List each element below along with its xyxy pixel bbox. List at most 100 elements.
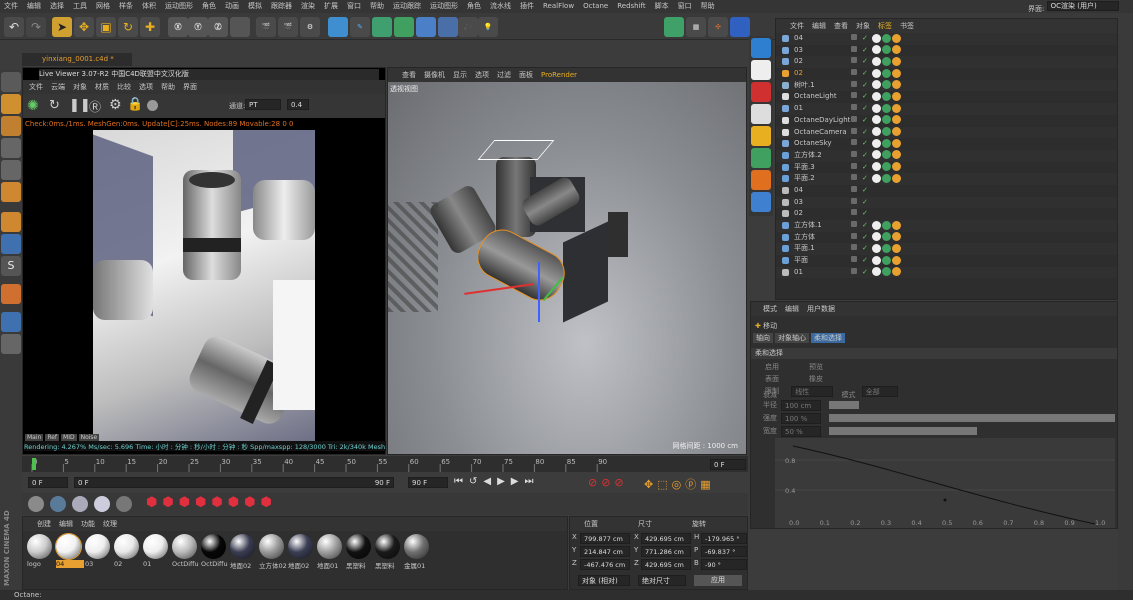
lv-menu-item[interactable]: 云端 — [51, 83, 65, 91]
tag-icon[interactable] — [882, 173, 891, 183]
object-name[interactable]: 04 — [794, 33, 803, 45]
object-name[interactable]: 04 — [794, 185, 803, 197]
lv-menu-item[interactable]: 选项 — [139, 83, 153, 91]
lv-value-field[interactable]: 0.4 — [287, 99, 309, 110]
menu-item[interactable]: Redshift — [617, 2, 645, 10]
polygons-mode-icon[interactable] — [1, 182, 21, 202]
object-name[interactable]: 立方体.2 — [794, 150, 822, 162]
object-row[interactable]: 02 ✓ — [776, 208, 1117, 220]
position-field[interactable]: -467.476 cm — [580, 559, 630, 570]
strength-slider[interactable] — [829, 414, 1115, 422]
visibility-check[interactable]: ✓ — [862, 127, 868, 139]
visibility-check[interactable]: ✓ — [862, 162, 868, 174]
octane-env-icon[interactable] — [751, 38, 771, 58]
object-row[interactable]: 01 ✓ — [776, 266, 1117, 279]
tag-icon[interactable] — [882, 127, 891, 136]
object-name[interactable]: 03 — [794, 197, 803, 209]
cube-icon[interactable] — [328, 17, 348, 37]
octane-camera-icon[interactable] — [751, 82, 771, 102]
rotation-field[interactable]: -69.837 ° — [701, 546, 747, 557]
tag-icon[interactable] — [872, 45, 881, 55]
z-axis-icon[interactable]: Ⓩ — [208, 17, 228, 37]
select-tool-icon[interactable]: ➤ — [52, 17, 72, 37]
tag-icon[interactable] — [892, 267, 901, 277]
tag-icon[interactable] — [882, 150, 891, 160]
menu-item[interactable]: 工具 — [73, 2, 87, 10]
material-swatch[interactable]: 01 — [143, 534, 168, 568]
tag-icon[interactable] — [892, 255, 901, 265]
material-icon-3[interactable] — [72, 496, 88, 512]
lv-tab[interactable]: MID — [61, 434, 77, 441]
material-swatch[interactable]: logo — [27, 534, 52, 568]
visibility-check[interactable]: ✓ — [862, 243, 868, 255]
lv-menu-item[interactable]: 文件 — [29, 83, 43, 91]
menu-item[interactable]: 扩展 — [324, 2, 338, 10]
visibility-check[interactable]: ✓ — [862, 45, 868, 57]
points-mode-icon[interactable] — [1, 138, 21, 158]
rotation-field[interactable]: -179.965 ° — [701, 533, 747, 544]
refresh-icon[interactable]: ↻ — [49, 98, 60, 113]
viewport-menu-item[interactable]: 摄像机 — [424, 71, 445, 79]
layout-selector[interactable]: 界面: OC渲染 (用户) — [1028, 1, 1128, 13]
lv-menu-item[interactable]: 帮助 — [161, 83, 175, 91]
menu-item[interactable]: 运动图形 — [165, 2, 193, 10]
tag-icon[interactable] — [882, 45, 891, 55]
viewport-menu-item[interactable]: 过滤 — [497, 71, 511, 79]
object-name[interactable]: 平面.3 — [794, 162, 815, 174]
tag-icon[interactable] — [892, 56, 901, 66]
object-row[interactable]: 立方体.2 ✓ — [776, 149, 1117, 162]
tweak-icon[interactable] — [1, 234, 21, 254]
redo-icon[interactable]: ↷ — [26, 17, 46, 37]
model-mode-icon[interactable] — [1, 72, 21, 92]
tag-icon[interactable] — [872, 91, 881, 101]
lv-menu-item[interactable]: 对象 — [73, 83, 87, 91]
tag-icon[interactable] — [872, 56, 881, 66]
om-menu-item[interactable]: 文件 — [790, 22, 804, 30]
visibility-check[interactable]: ✓ — [862, 185, 868, 197]
tag-icon[interactable] — [872, 267, 881, 277]
object-row[interactable]: 02 ✓ — [776, 68, 1117, 80]
visibility-check[interactable]: ✓ — [862, 115, 868, 127]
start-frame-field[interactable]: 0 F — [28, 477, 68, 488]
octane-live-icon[interactable] — [730, 17, 750, 37]
object-row[interactable]: 树叶.1 ✓ — [776, 79, 1117, 92]
x-axis-icon[interactable]: Ⓧ — [168, 17, 188, 37]
object-row[interactable]: 03 ✓ — [776, 45, 1117, 57]
move-tool-icon[interactable]: ✥ — [74, 17, 94, 37]
viewport-canvas[interactable]: 透视视图 网格间距 : 1000 cm — [388, 82, 746, 454]
visibility-check[interactable]: ✓ — [862, 208, 868, 220]
end-frame-field[interactable]: 90 F — [408, 477, 448, 488]
tag-icon[interactable] — [892, 173, 901, 183]
om-menu-item[interactable]: 查看 — [834, 22, 848, 30]
material-icon-1[interactable] — [28, 496, 44, 512]
texture-mode-icon[interactable] — [1, 94, 21, 114]
attr-menu-item[interactable]: 用户数据 — [807, 305, 835, 313]
strength-field[interactable]: 100 % — [781, 413, 821, 424]
material-menu-item[interactable]: 功能 — [81, 520, 95, 528]
object-row[interactable]: 平面.3 ✓ — [776, 162, 1117, 174]
octane-volume-icon[interactable] — [751, 170, 771, 190]
pause-icon[interactable]: ❚❚ — [69, 98, 91, 113]
material-icon-2[interactable] — [50, 496, 66, 512]
subdivision-icon[interactable] — [372, 17, 392, 37]
menu-item[interactable]: 网格 — [96, 2, 110, 10]
render-picture-icon[interactable]: 🎬 — [278, 17, 298, 37]
falloff-dropdown[interactable]: 线性 — [791, 386, 834, 397]
viewport-menu-item[interactable]: 选项 — [475, 71, 489, 79]
tag-icon[interactable] — [872, 80, 881, 90]
add-tool-icon[interactable]: ✚ — [140, 17, 160, 37]
material-icon-4[interactable] — [94, 496, 110, 512]
key-mode-buttons[interactable]: ✥⬚◎ⓟ▦ — [644, 476, 715, 492]
object-row[interactable]: 01 ✓ — [776, 103, 1117, 115]
visibility-check[interactable]: ✓ — [862, 232, 868, 244]
material-swatch[interactable]: 地面01 — [317, 534, 342, 570]
tag-icon[interactable] — [872, 255, 881, 265]
tag-icon[interactable] — [882, 68, 891, 78]
tag-icon[interactable] — [872, 33, 881, 43]
menu-item[interactable]: 文件 — [4, 2, 18, 10]
tag-icon[interactable] — [892, 162, 901, 172]
viewport-menu-item[interactable]: 显示 — [453, 71, 467, 79]
visibility-check[interactable]: ✓ — [862, 33, 868, 45]
range-slider[interactable]: 0 F 90 F — [74, 477, 394, 488]
record-buttons[interactable]: ⊘⊘⊘ — [588, 476, 628, 489]
